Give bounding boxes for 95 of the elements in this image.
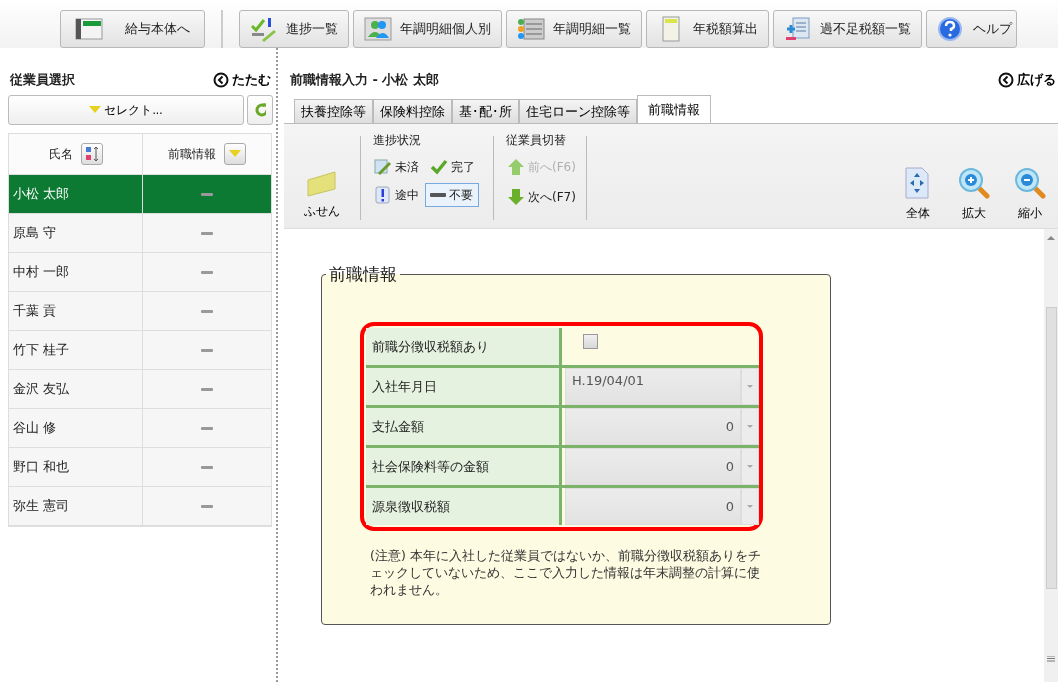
employee-name: 小松 太郎: [13, 185, 70, 203]
collapse-icon: [213, 72, 229, 88]
navigation-button[interactable]: 次へ(F7): [502, 185, 580, 209]
tab[interactable]: 保険料控除: [373, 99, 452, 123]
employee-row[interactable]: 原島 守: [9, 214, 271, 253]
spin-button[interactable]: [741, 408, 759, 445]
employee-row[interactable]: 小松 太郎: [9, 175, 271, 214]
exclamation-icon: [374, 186, 392, 204]
view-button[interactable]: 拡大: [946, 124, 1002, 228]
field-label: 社会保険料等の金額: [366, 448, 562, 485]
field-label: 入社年月日: [366, 368, 562, 405]
select-dropdown[interactable]: セレクト...: [8, 95, 244, 125]
employee-row[interactable]: 竹下 桂子: [9, 331, 271, 370]
dropdown-icon: [229, 150, 241, 158]
date-field[interactable]: H.19/04/01: [565, 368, 741, 405]
status-button[interactable]: 完了: [425, 155, 479, 179]
tab[interactable]: 住宅ローン控除等: [519, 99, 637, 123]
check-icon: [430, 158, 448, 176]
toolbar-icon: [75, 16, 103, 42]
pencil-icon: [374, 158, 392, 176]
toolbar-button[interactable]: 年税額算出: [646, 10, 769, 48]
caret-icon: [747, 425, 753, 428]
note-text: (注意) 本年に入社した従業員ではないか、前職分徴収税額ありをチェックしていないため、ここで入力した情報は年末調整の計算に使われません。: [369, 547, 762, 598]
employee-row[interactable]: 中村 一郎: [9, 253, 271, 292]
toolbar-button[interactable]: 給与本体へ: [60, 10, 205, 48]
employee-name: 中村 一郎: [13, 263, 70, 281]
spin-button[interactable]: [741, 448, 759, 485]
down-arrow-icon: [507, 188, 525, 206]
amount-field[interactable]: 0: [565, 408, 741, 445]
status-button[interactable]: 未済: [369, 155, 423, 179]
panel-title: 従業員選択: [10, 71, 75, 89]
toolbar-icon: [784, 16, 812, 42]
toolbar-button[interactable]: 年調明細一覧: [506, 10, 642, 48]
toolbar-button[interactable]: ヘルプ: [926, 10, 1017, 48]
tab[interactable]: 前職情報: [637, 95, 711, 123]
collapse-button[interactable]: たたむ: [213, 71, 271, 89]
group-title: 従業員切替: [505, 132, 567, 149]
view-button[interactable]: 全体: [890, 124, 946, 228]
column-header: 氏名: [48, 145, 73, 163]
expand-button[interactable]: 広げる: [998, 71, 1056, 89]
tab[interactable]: 基･配･所: [452, 99, 519, 123]
view-button[interactable]: 縮小: [1002, 124, 1058, 228]
sort-button[interactable]: [80, 143, 103, 165]
scrollbar[interactable]: [1044, 229, 1058, 682]
field-label: 支払金額: [366, 408, 562, 445]
employee-row[interactable]: 金沢 友弘: [9, 370, 271, 409]
employee-name: 野口 和也: [13, 458, 70, 476]
spin-button[interactable]: [741, 488, 759, 525]
employee-name: 弥生 憲司: [13, 497, 70, 515]
employee-name: 谷山 修: [13, 419, 57, 437]
caret-icon: [747, 385, 753, 388]
column-header: 前職情報: [168, 145, 216, 163]
toolbar-button[interactable]: 過不足税額一覧: [773, 10, 922, 48]
sticky-note-button[interactable]: ふせん: [298, 124, 346, 228]
caret-icon: [747, 505, 753, 508]
field-label: 前職分徴収税額あり: [366, 328, 562, 365]
zoom-out-icon: [1014, 167, 1046, 199]
toolbar-icon: [517, 16, 545, 42]
refresh-icon: [254, 102, 266, 118]
toolbar-icon: [250, 16, 278, 42]
employee-name: 金沢 友弘: [13, 380, 70, 398]
group-title: 前職情報: [328, 263, 398, 286]
status-button[interactable]: 途中: [369, 183, 423, 207]
scroll-up-icon[interactable]: [1047, 235, 1055, 240]
grip-icon: [1047, 656, 1055, 662]
field-label: 源泉徴収税額: [366, 488, 562, 525]
zoom-in-icon: [958, 167, 990, 199]
collapse-icon: [998, 72, 1014, 88]
employee-name: 原島 守: [13, 224, 57, 242]
sticky-note-icon: [307, 171, 337, 197]
employee-row[interactable]: 千葉 貢: [9, 292, 271, 331]
employee-name: 竹下 桂子: [13, 341, 70, 359]
caret-icon: [747, 465, 753, 468]
toolbar-icon: [364, 16, 392, 42]
toolbar-icon: [937, 16, 965, 42]
employee-row[interactable]: 弥生 憲司: [9, 487, 271, 526]
checkbox[interactable]: [583, 334, 598, 349]
filter-button[interactable]: [224, 143, 246, 165]
tab[interactable]: 扶養控除等: [294, 99, 373, 123]
dropdown-icon: [89, 106, 102, 114]
sort-icon: [83, 146, 100, 162]
group-title: 進捗状況: [372, 132, 422, 149]
toolbar-button[interactable]: 進捗一覧: [239, 10, 349, 48]
employee-name: 千葉 貢: [13, 302, 57, 320]
toolbar-button[interactable]: 年調明細個人別: [353, 10, 502, 48]
spin-button[interactable]: [741, 368, 759, 405]
dash-icon: [430, 193, 446, 197]
employee-row[interactable]: 野口 和也: [9, 448, 271, 487]
up-arrow-icon: [507, 158, 525, 176]
amount-field[interactable]: 0: [565, 488, 741, 525]
amount-field[interactable]: 0: [565, 448, 741, 485]
page-title: 前職情報入力 - 小松 太郎: [290, 71, 439, 89]
employee-row[interactable]: 谷山 修: [9, 409, 271, 448]
status-button[interactable]: 不要: [425, 183, 479, 207]
refresh-button[interactable]: [247, 95, 273, 125]
